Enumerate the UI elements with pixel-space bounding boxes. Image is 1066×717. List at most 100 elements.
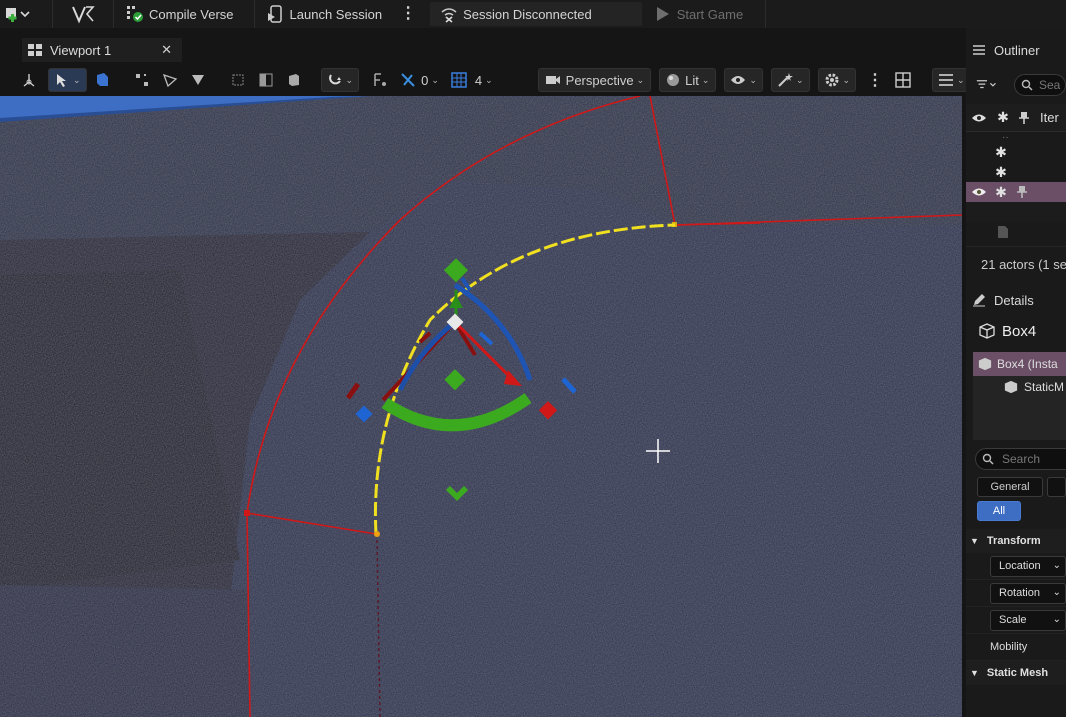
more-options-button[interactable]: ⋮ [390, 0, 426, 28]
cube-icon [979, 323, 995, 339]
list-item[interactable] [966, 222, 1066, 242]
outliner-item-label-column[interactable]: Iter [1040, 110, 1059, 125]
details-search-input[interactable]: Search [975, 448, 1066, 470]
details-filter-row: General [977, 477, 1066, 497]
location-dropdown[interactable]: Location ⌄ [990, 555, 1066, 577]
search-icon [982, 453, 994, 465]
layout-grid-icon [895, 72, 911, 88]
eye-icon[interactable] [968, 112, 990, 124]
rotation-dropdown[interactable]: Rotation ⌄ [990, 582, 1066, 604]
component-root-item[interactable]: Box4 (Insta [973, 352, 1066, 376]
magic-wand-icon [778, 73, 793, 87]
list-item[interactable]: ·· [966, 132, 1066, 143]
add-content-button[interactable] [0, 0, 38, 28]
filter-icon[interactable] [976, 78, 998, 92]
launch-session-button[interactable]: Launch Session [255, 0, 391, 28]
location-label: Location [999, 560, 1041, 572]
rotation-label: Rotation [999, 587, 1040, 599]
outliner-header[interactable]: Outliner [966, 28, 1066, 72]
collapse-arrow-icon: ▼ [970, 536, 979, 546]
face-mode-icon[interactable] [185, 68, 211, 92]
rotate-snap-icon [401, 73, 415, 87]
verse-icon [72, 6, 95, 24]
session-icon [440, 5, 458, 23]
show-flags-dropdown[interactable]: ⌄ [724, 68, 763, 92]
static-mesh-section-title: Static Mesh [986, 667, 1049, 679]
surface-snap-icon[interactable] [253, 68, 279, 92]
transform-section-header[interactable]: ▼ Transform [966, 529, 1066, 553]
star-icon[interactable]: ✱ [992, 109, 1014, 126]
list-item[interactable]: ✱ [966, 162, 1066, 182]
details-header[interactable]: Details [966, 284, 1066, 316]
location-row: Location ⌄ [966, 553, 1066, 580]
component-child-item[interactable]: StaticM [973, 376, 1066, 398]
eye-icon [972, 188, 986, 196]
rotation-snap-toggle-icon[interactable] [367, 68, 393, 92]
play-icon [654, 5, 672, 23]
scale-row: Scale ⌄ [966, 607, 1066, 634]
viewport-tab-bar: Viewport 1 ✕ [0, 38, 962, 62]
search-icon [1021, 79, 1033, 91]
effects-dropdown[interactable]: ⌄ [770, 68, 810, 92]
tab-viewport-1[interactable]: Viewport 1 ✕ [22, 38, 182, 62]
chevron-down-icon: ⌄ [1052, 586, 1061, 598]
landscape-mode-icon[interactable] [89, 68, 115, 92]
layout-button[interactable] [890, 68, 916, 92]
pencil-icon [973, 294, 985, 307]
scale-label: Scale [999, 614, 1027, 626]
star-icon: ✱ [995, 163, 1007, 180]
start-game-label: Start Game [676, 6, 744, 22]
main-toolbar: Compile Verse Launch Session ⋮ Session D… [0, 0, 1066, 28]
outliner-icon [973, 45, 985, 55]
compile-verse-button[interactable]: Compile Verse [114, 0, 242, 28]
cube-icon [1004, 380, 1018, 394]
close-icon[interactable]: ✕ [161, 42, 172, 58]
viewport-settings-dropdown[interactable]: ⌄ [817, 68, 857, 92]
local-space-icon[interactable] [225, 68, 251, 92]
transform-section-title: Transform [986, 535, 1041, 547]
mobility-row: Mobility [966, 634, 1066, 661]
verse-button[interactable] [53, 0, 113, 28]
list-item[interactable] [966, 202, 1066, 222]
vertex-mode-icon[interactable] [129, 68, 155, 92]
add-content-icon [6, 8, 30, 22]
grid-size-button[interactable]: 4 ⌄ [446, 68, 498, 92]
viewport-more-button[interactable]: ⋮ [862, 68, 888, 92]
outliner-column-header: ✱ Iter [966, 104, 1066, 132]
scene-render [0, 96, 962, 717]
more-icon: ⋮ [867, 72, 884, 89]
list-item[interactable]: ✱ [966, 142, 1066, 162]
perspective-dropdown[interactable]: Perspective ⌄ [537, 68, 652, 92]
edge-mode-icon[interactable] [157, 68, 183, 92]
details-title: Details [994, 292, 1034, 308]
outliner-search-input[interactable]: Sea [1014, 74, 1066, 96]
perspective-label: Perspective [565, 72, 634, 88]
static-mesh-section-header[interactable]: ▼ Static Mesh [966, 661, 1066, 685]
viewport-canvas[interactable] [0, 96, 962, 717]
outliner-toolbar: Sea [966, 72, 1066, 98]
outliner-status: 21 actors (1 se [966, 246, 1066, 282]
session-status[interactable]: Session Disconnected [430, 2, 642, 26]
snap-toggle-button[interactable]: ⌄ [320, 68, 360, 92]
pin-icon[interactable] [1014, 111, 1034, 125]
details-search-placeholder: Search [1002, 452, 1041, 466]
session-status-label: Session Disconnected [463, 6, 592, 22]
world-space-icon[interactable] [281, 68, 307, 92]
filter-next-button[interactable] [1047, 477, 1066, 497]
filter-all-button[interactable]: All [977, 501, 1021, 521]
hamburger-menu-button[interactable]: ⌄ [932, 68, 971, 92]
transform-gizmo-icon[interactable] [16, 68, 42, 92]
list-item-selected[interactable]: ✱ [966, 182, 1066, 202]
details-filter-row-2: All [977, 501, 1066, 521]
filter-general-button[interactable]: General [977, 477, 1044, 497]
rotation-row: Rotation ⌄ [966, 580, 1066, 607]
select-mode-button[interactable]: ⌄ [48, 68, 87, 92]
grid-size-value: 4 [474, 72, 483, 88]
chevron-down-icon: ⌄ [1052, 559, 1061, 571]
star-icon: ✱ [995, 143, 1007, 160]
component-root-label: Box4 (Insta [997, 357, 1058, 371]
lit-dropdown[interactable]: Lit ⌄ [659, 68, 717, 92]
start-game-button[interactable]: Start Game [646, 0, 751, 28]
scale-dropdown[interactable]: Scale ⌄ [990, 609, 1066, 631]
rotation-snap-button[interactable]: 0 ⌄ [395, 68, 444, 92]
